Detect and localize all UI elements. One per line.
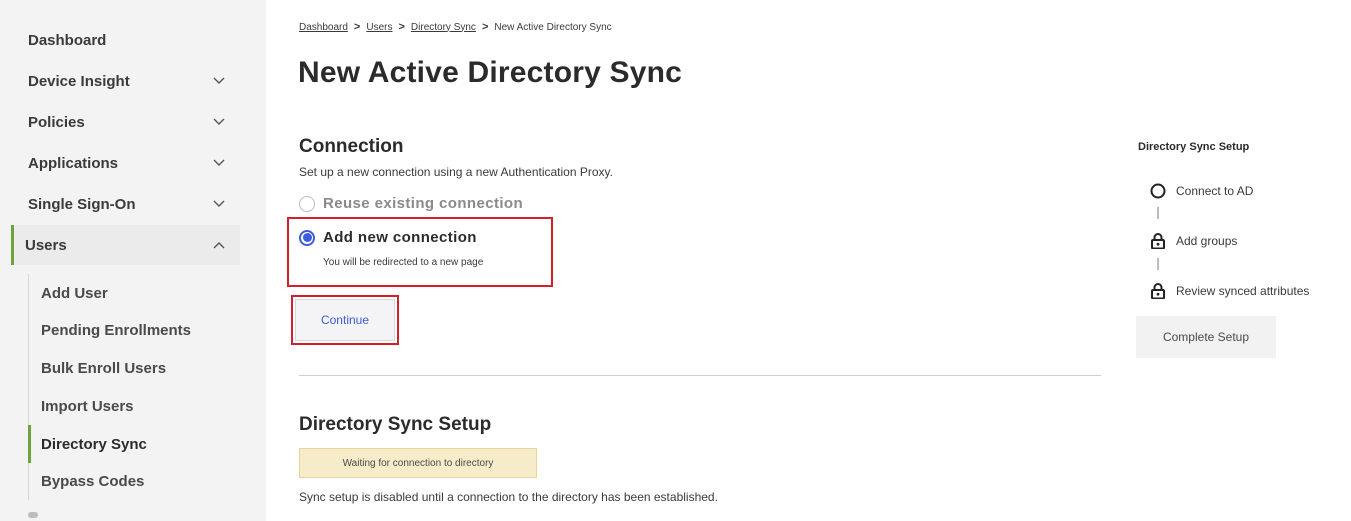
chevron-down-icon bbox=[212, 115, 226, 129]
radio-reuse-existing[interactable]: Reuse existing connection bbox=[299, 195, 523, 212]
sidebar-item-label: Applications bbox=[28, 154, 119, 172]
sidebar-subitem-label: Pending Enrollments bbox=[41, 321, 192, 339]
breadcrumb: Dashboard > Users > Directory Sync > New… bbox=[299, 21, 612, 33]
breadcrumb-link-directory-sync[interactable]: Directory Sync bbox=[411, 22, 476, 33]
sidebar-subitem-import-users[interactable]: Import Users bbox=[41, 388, 241, 424]
radio-button[interactable] bbox=[299, 195, 315, 212]
highlight-box bbox=[287, 217, 553, 287]
circle-icon bbox=[1150, 183, 1166, 199]
radio-add-new[interactable]: Add new connection bbox=[299, 229, 477, 246]
lock-icon bbox=[1150, 233, 1166, 249]
breadcrumb-link-users[interactable]: Users bbox=[366, 22, 392, 33]
submenu-guide-line bbox=[28, 274, 29, 500]
sidebar-subitem-directory-sync[interactable]: Directory Sync bbox=[41, 426, 241, 462]
sidebar-subitem-label: Bypass Codes bbox=[41, 472, 145, 490]
chevron-up-icon bbox=[212, 238, 226, 252]
sidebar-item-device-insight[interactable]: Device Insight bbox=[14, 61, 240, 101]
sync-setup-heading: Directory Sync Setup bbox=[299, 414, 492, 435]
sidebar-item-label: Device Insight bbox=[28, 72, 130, 90]
setup-steps-title: Directory Sync Setup bbox=[1138, 141, 1250, 153]
connection-heading: Connection bbox=[299, 136, 404, 157]
step-connect-ad: Connect to AD bbox=[1150, 183, 1253, 199]
sidebar-item-label: Single Sign-On bbox=[28, 195, 136, 213]
sidebar-item-applications[interactable]: Applications bbox=[14, 143, 240, 183]
sidebar-next-item-partial bbox=[28, 512, 38, 518]
step-add-groups: Add groups bbox=[1150, 233, 1237, 249]
chevron-down-icon bbox=[212, 156, 226, 170]
step-connector bbox=[1157, 258, 1159, 270]
sidebar-subitem-label: Directory Sync bbox=[41, 435, 147, 453]
chevron-down-icon bbox=[212, 197, 226, 211]
radio-sub-text: You will be redirected to a new page bbox=[323, 257, 484, 268]
sidebar-subitem-bypass-codes[interactable]: Bypass Codes bbox=[41, 463, 241, 499]
breadcrumb-separator: > bbox=[398, 21, 405, 33]
sidebar-subitem-label: Import Users bbox=[41, 397, 134, 415]
step-label: Connect to AD bbox=[1176, 184, 1254, 198]
sync-setup-note: Sync setup is disabled until a connectio… bbox=[299, 490, 718, 504]
sidebar-item-single-sign-on[interactable]: Single Sign-On bbox=[14, 184, 240, 224]
continue-button[interactable]: Continue bbox=[295, 299, 395, 341]
breadcrumb-link-dashboard[interactable]: Dashboard bbox=[299, 22, 348, 33]
step-label: Add groups bbox=[1176, 234, 1238, 248]
sidebar: Dashboard Device Insight Policies Applic… bbox=[0, 0, 266, 521]
sidebar-subitem-label: Add User bbox=[41, 284, 108, 302]
sidebar-item-dashboard[interactable]: Dashboard bbox=[14, 20, 240, 60]
sidebar-item-label: Dashboard bbox=[28, 31, 107, 49]
sidebar-subitem-label: Bulk Enroll Users bbox=[41, 359, 167, 377]
sidebar-subitem-bulk-enroll-users[interactable]: Bulk Enroll Users bbox=[41, 350, 241, 386]
status-badge: Waiting for connection to directory bbox=[299, 448, 537, 478]
breadcrumb-separator: > bbox=[481, 21, 489, 33]
radio-button-selected[interactable] bbox=[299, 229, 315, 246]
page-title: New Active Directory Sync bbox=[298, 56, 683, 89]
sidebar-subitem-pending-enrollments[interactable]: Pending Enrollments bbox=[41, 312, 241, 348]
sidebar-item-users[interactable]: Users bbox=[11, 225, 240, 265]
connection-description: Set up a new connection using a new Auth… bbox=[299, 165, 613, 179]
divider bbox=[299, 375, 1101, 376]
radio-label: Add new connection bbox=[323, 229, 477, 246]
radio-label: Reuse existing connection bbox=[323, 195, 524, 212]
sidebar-subitem-add-user[interactable]: Add User bbox=[41, 275, 241, 311]
step-connector bbox=[1157, 207, 1159, 219]
lock-icon bbox=[1150, 283, 1166, 299]
sidebar-item-policies[interactable]: Policies bbox=[14, 102, 240, 142]
step-review-attributes: Review synced attributes bbox=[1150, 283, 1309, 299]
sidebar-item-label: Users bbox=[25, 236, 67, 254]
chevron-down-icon bbox=[212, 74, 226, 88]
step-label: Review synced attributes bbox=[1176, 284, 1310, 298]
sidebar-item-label: Policies bbox=[28, 113, 85, 131]
breadcrumb-current: New Active Directory Sync bbox=[494, 21, 612, 33]
active-indicator bbox=[28, 425, 31, 463]
breadcrumb-separator: > bbox=[353, 21, 361, 33]
complete-setup-button[interactable]: Complete Setup bbox=[1136, 316, 1276, 358]
